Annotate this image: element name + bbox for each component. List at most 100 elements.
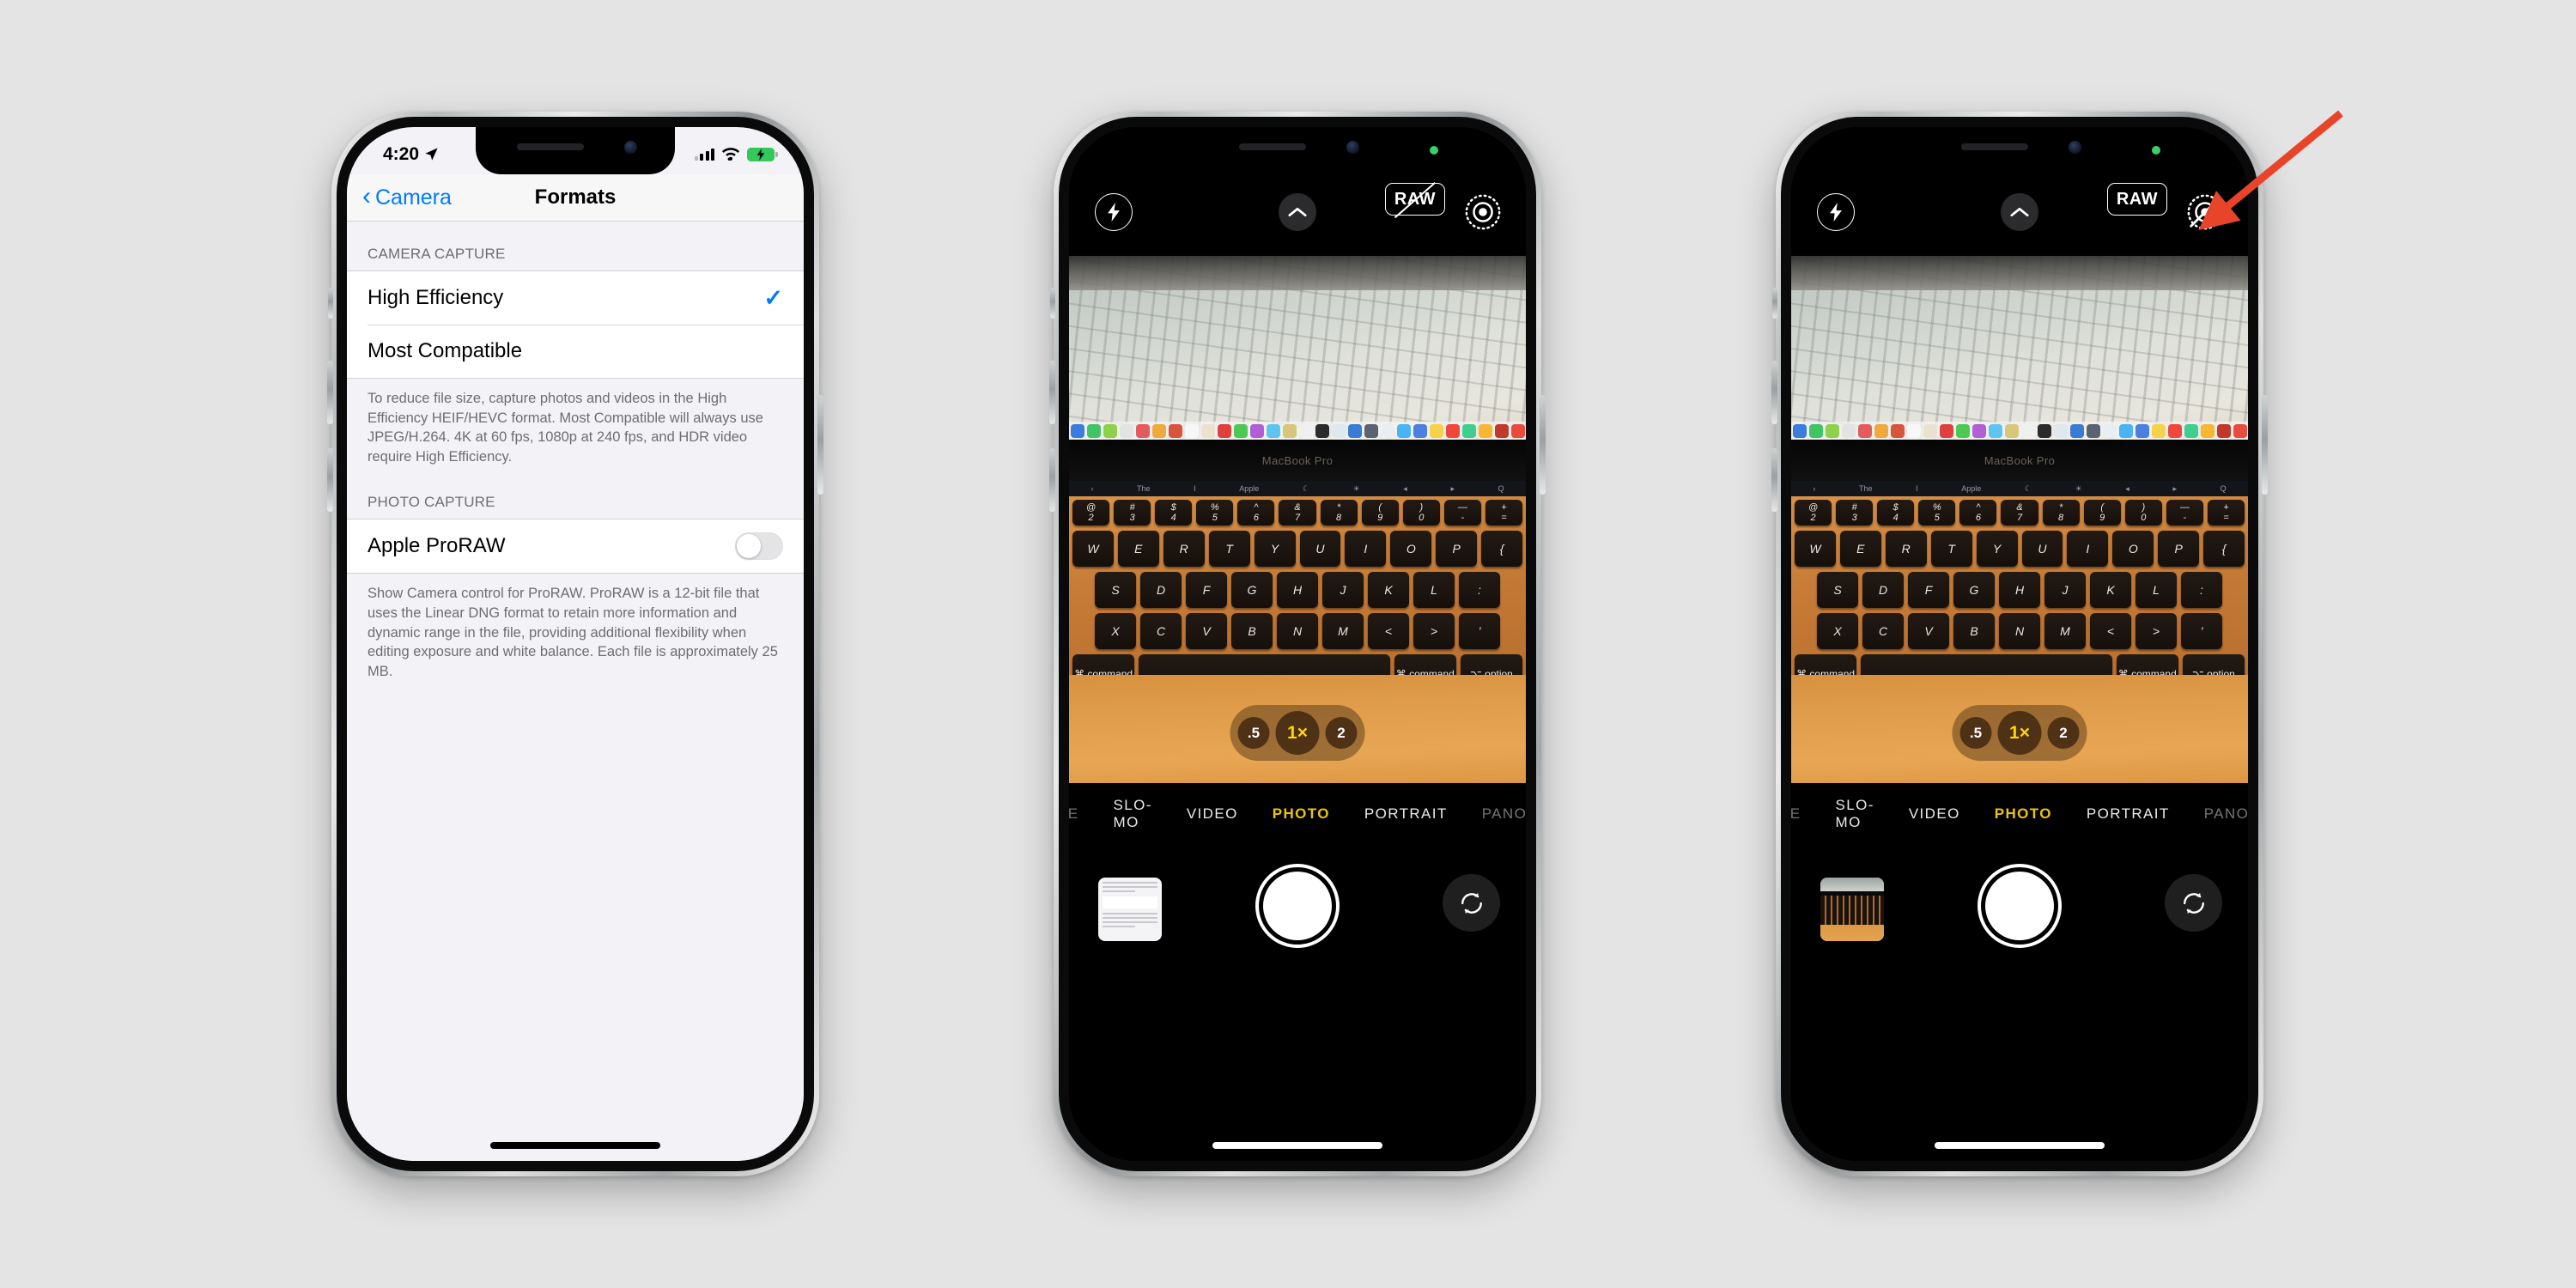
- shutter-button[interactable]: [1255, 864, 1340, 948]
- keyboard-key: X: [1095, 613, 1136, 649]
- dock-app-icon: [1907, 423, 1921, 438]
- volume-up-button[interactable]: [1771, 361, 1777, 424]
- camera-mode-selector[interactable]: E SLO-MO VIDEO PHOTO PORTRAIT PANO: [1069, 795, 1526, 833]
- front-camera-icon: [2069, 141, 2081, 154]
- live-photo-button[interactable]: [2184, 191, 2226, 233]
- volume-up-button[interactable]: [327, 361, 333, 424]
- power-button[interactable]: [817, 395, 823, 495]
- dock-app-icon: [2201, 423, 2215, 438]
- row-apple-proraw[interactable]: Apple ProRAW: [347, 519, 804, 573]
- zoom-selector[interactable]: .5 1× 2: [1230, 705, 1365, 761]
- dock-app-icon: [1152, 423, 1166, 438]
- keyboard-row: @2 #3 $4% 5 ^ 6 & 7 * 8(9) 0— - + =: [1791, 500, 2248, 526]
- status-bar: 4:20: [347, 127, 804, 174]
- zoom-selector[interactable]: .5 1× 2: [1952, 705, 2087, 761]
- keyboard-key: W: [1794, 531, 1836, 567]
- power-button[interactable]: [1540, 395, 1546, 495]
- mode-video[interactable]: VIDEO: [1187, 805, 1238, 823]
- dock-app-icon: [1332, 423, 1346, 438]
- mode-photo[interactable]: PHOTO: [1273, 805, 1330, 823]
- mode-pano[interactable]: PANO: [1482, 805, 1526, 823]
- camera-top-controls: RAW: [1791, 180, 2248, 244]
- raw-button[interactable]: RAW: [1384, 181, 1445, 219]
- row-most-compatible[interactable]: Most Compatible: [347, 325, 804, 378]
- dock-app-icon: [2054, 423, 2068, 438]
- more-controls-chevron-button[interactable]: [1279, 193, 1316, 231]
- flip-camera-button[interactable]: [2165, 874, 2222, 932]
- keyboard-key: & 7: [2001, 500, 2038, 526]
- dock-app-icon: [1430, 423, 1443, 438]
- back-button[interactable]: ‹ Camera: [362, 183, 452, 210]
- touchbar-item: ◂: [2125, 483, 2129, 493]
- zoom-option-1x[interactable]: 1×: [1275, 711, 1320, 755]
- touchbar-item: The: [1136, 484, 1151, 493]
- mode-cinematic-edge[interactable]: E: [1069, 805, 1079, 823]
- keyboard-row: ⌘ command ⌘ command ⌥ option: [1791, 654, 2248, 675]
- keyboard-key: S: [1095, 572, 1136, 608]
- mode-photo[interactable]: PHOTO: [1995, 805, 2052, 823]
- dock-app-icon: [1891, 423, 1905, 438]
- camera-bottom-controls: [1791, 848, 2248, 1161]
- home-indicator[interactable]: [1935, 1142, 2105, 1149]
- mode-portrait[interactable]: PORTRAIT: [1364, 805, 1448, 823]
- dock-app-icon: [1169, 423, 1182, 438]
- keyboard-key: X: [1817, 613, 1858, 649]
- flash-button[interactable]: [1817, 193, 1855, 231]
- mode-video[interactable]: VIDEO: [1909, 805, 1960, 823]
- dock-app-icon: [1446, 423, 1460, 438]
- proraw-toggle[interactable]: [735, 532, 783, 561]
- home-indicator[interactable]: [490, 1142, 660, 1149]
- shutter-button[interactable]: [1978, 864, 2062, 948]
- keyboard-key: ⌘ command: [1795, 654, 1857, 675]
- zoom-option-1x[interactable]: 1×: [1997, 711, 2042, 755]
- photo-library-thumbnail[interactable]: [1098, 878, 1162, 941]
- keyboard-key: ) 0: [2124, 500, 2162, 526]
- laptop-bezel: MacBook Pro: [1069, 440, 1526, 481]
- touchbar-item: ›: [1091, 484, 1094, 493]
- keyboard-row: X C V B N M < >’: [1069, 613, 1526, 649]
- flash-button[interactable]: [1095, 193, 1133, 231]
- mode-cinematic-edge[interactable]: E: [1791, 805, 1801, 823]
- row-high-efficiency[interactable]: High Efficiency ✓: [347, 271, 804, 325]
- touchbar-item: ☀: [2075, 483, 2082, 493]
- settings-scroll-area[interactable]: CAMERA CAPTURE High Efficiency ✓ Most Co…: [347, 222, 804, 1161]
- zoom-option-0.5[interactable]: .5: [1237, 717, 1270, 749]
- volume-down-button[interactable]: [327, 448, 333, 512]
- keyboard-key: ⌘ command: [2116, 654, 2178, 675]
- keyboard-key: M: [1322, 613, 1364, 649]
- keyboard-key: $4: [1877, 500, 1915, 526]
- zoom-option-0.5[interactable]: .5: [1959, 717, 1992, 749]
- camera-mode-selector[interactable]: E SLO-MO VIDEO PHOTO PORTRAIT PANO: [1791, 795, 2248, 833]
- live-photo-button[interactable]: [1462, 191, 1504, 233]
- camera-preview[interactable]: MacBook Pro › The I Apple ☾ ☀ ◂ ▸ Q @2 #3 $4% 5 ^ 6 & 7…: [1069, 256, 1526, 783]
- mode-slo-mo[interactable]: SLO-MO: [1114, 797, 1152, 831]
- more-controls-chevron-button[interactable]: [2001, 193, 2038, 231]
- keyboard-key: Y: [1254, 531, 1296, 567]
- zoom-option-2x[interactable]: 2: [1325, 717, 1358, 749]
- keyboard-key: * 8: [1320, 500, 1358, 526]
- phone-screen: RAW MacBook Pro › The I Apple ☾ ☀ ◂ ▸ Q …: [1791, 127, 2248, 1161]
- camera-preview[interactable]: MacBook Pro › The I Apple ☾ ☀ ◂ ▸ Q @2 #3 $4% 5 ^ 6 & 7…: [1791, 256, 2248, 783]
- power-button[interactable]: [2262, 395, 2268, 495]
- keyboard-key: F: [1908, 572, 1949, 608]
- mode-slo-mo[interactable]: SLO-MO: [1836, 797, 1874, 831]
- keyboard-key: [1861, 654, 2112, 675]
- volume-down-button[interactable]: [1049, 448, 1055, 512]
- flip-camera-button[interactable]: [1443, 874, 1500, 932]
- mute-switch[interactable]: [1050, 288, 1055, 319]
- thumbnail-settings-screenshot: [1098, 878, 1162, 941]
- mute-switch[interactable]: [1772, 288, 1777, 319]
- location-arrow-icon: [425, 148, 438, 161]
- volume-down-button[interactable]: [1771, 448, 1777, 512]
- mode-portrait[interactable]: PORTRAIT: [2087, 805, 2170, 823]
- zoom-option-2x[interactable]: 2: [2047, 717, 2080, 749]
- raw-button[interactable]: RAW: [2106, 183, 2167, 216]
- keyboard-key: + =: [2207, 500, 2245, 526]
- checkmark-icon: ✓: [763, 284, 783, 311]
- notch: [1198, 127, 1397, 174]
- photo-library-thumbnail[interactable]: [1820, 878, 1884, 941]
- mute-switch[interactable]: [328, 288, 333, 319]
- volume-up-button[interactable]: [1049, 361, 1055, 424]
- home-indicator[interactable]: [1212, 1142, 1382, 1149]
- mode-pano[interactable]: PANO: [2204, 805, 2248, 823]
